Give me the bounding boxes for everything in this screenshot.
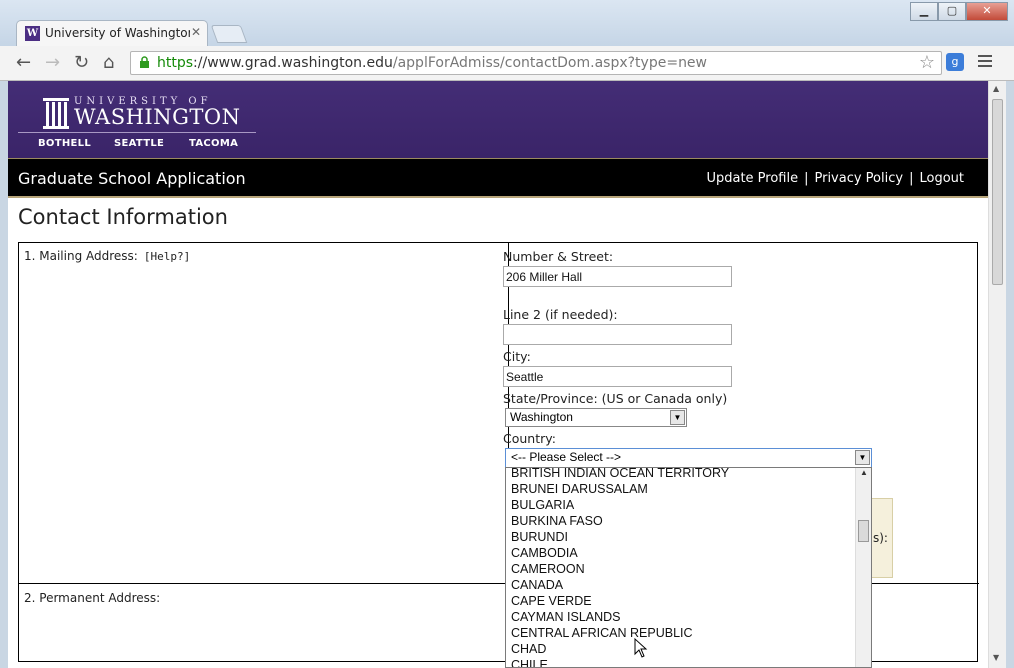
country-option[interactable]: CHILE xyxy=(506,657,856,667)
country-option[interactable]: CANADA xyxy=(506,577,856,593)
url-text: https://www.grad.washington.edu/applForA… xyxy=(157,55,707,71)
window-close-icon[interactable]: ✕ xyxy=(966,2,1008,21)
url-scheme: https xyxy=(157,55,194,71)
country-option[interactable]: CENTRAL AFRICAN REPUBLIC xyxy=(506,625,856,641)
state-selected-value: Washington xyxy=(510,410,573,424)
tab-close-icon[interactable]: ✕ xyxy=(191,25,201,39)
back-arrow-icon[interactable]: ← xyxy=(16,52,31,73)
line2-label: Line 2 (if needed): xyxy=(503,307,618,322)
reload-icon[interactable]: ↻ xyxy=(74,52,89,73)
city-label: City: xyxy=(503,349,531,364)
header-links: Update Profile | Privacy Policy | Logout xyxy=(706,171,964,186)
dropdown-scrollbar[interactable]: ▲ xyxy=(855,468,871,667)
web-page: UNIVERSITY OF WASHINGTON BOTHELL SEATTLE… xyxy=(8,81,988,668)
hidden-panel-text: s): xyxy=(873,531,888,545)
app-title: Graduate School Application xyxy=(18,169,246,188)
home-icon[interactable]: ⌂ xyxy=(103,52,114,73)
country-dropdown-list[interactable]: BRITISH INDIAN OCEAN TERRITORY BRUNEI DAR… xyxy=(505,467,872,668)
url-path: /applForAdmiss/contactDom.aspx?type=new xyxy=(392,55,707,71)
help-link[interactable]: [Help?] xyxy=(144,250,190,263)
page-title: Contact Information xyxy=(18,205,228,229)
column-logo-icon xyxy=(43,98,69,129)
mailing-address-text: 1. Mailing Address: xyxy=(24,249,138,263)
country-option[interactable]: BULGARIA xyxy=(506,497,856,513)
campus-seattle[interactable]: SEATTLE xyxy=(114,138,164,149)
minimize-icon[interactable]: ▁ xyxy=(910,2,938,21)
application-header: Graduate School Application Update Profi… xyxy=(8,158,988,198)
campus-bothell[interactable]: BOTHELL xyxy=(38,138,91,149)
country-selected-value: <-- Please Select --> xyxy=(511,450,622,464)
country-options: BRITISH INDIAN OCEAN TERRITORY BRUNEI DAR… xyxy=(506,468,856,667)
scroll-up-icon[interactable]: ▲ xyxy=(860,468,868,477)
scroll-up-icon[interactable]: ▲ xyxy=(993,84,999,93)
dropdown-scroll-thumb[interactable] xyxy=(858,520,869,542)
forward-arrow-icon[interactable]: → xyxy=(45,52,60,73)
street-input[interactable] xyxy=(503,266,732,287)
country-option[interactable]: CHAD xyxy=(506,641,856,657)
chrome-menu-icon[interactable] xyxy=(978,55,992,70)
country-select[interactable]: <-- Please Select --> ▼ xyxy=(505,448,872,468)
country-option[interactable]: CAMEROON xyxy=(506,561,856,577)
country-option[interactable]: BRUNEI DARUSSALAM xyxy=(506,481,856,497)
page-scrollbar[interactable]: ▲ ▼ xyxy=(988,81,1006,668)
tab-title: University of Washington - xyxy=(45,26,190,40)
campus-divider xyxy=(18,132,256,133)
browser-titlebar: W University of Washington - ✕ ▁ ▢ ✕ xyxy=(0,0,1014,46)
page-scroll-thumb[interactable] xyxy=(992,99,1003,285)
window-frame-edge xyxy=(1006,81,1014,668)
browser-toolbar: ← → ↻ ⌂ https://www.grad.washington.edu/… xyxy=(0,46,1014,81)
mailing-address-label: 1. Mailing Address: [Help?] xyxy=(24,249,190,263)
country-option[interactable]: BRITISH INDIAN OCEAN TERRITORY xyxy=(506,468,856,481)
country-option[interactable]: CAPE VERDE xyxy=(506,593,856,609)
window-controls: ▁ ▢ ✕ xyxy=(910,2,1008,21)
country-option[interactable]: CAMBODIA xyxy=(506,545,856,561)
country-option[interactable]: CAYMAN ISLANDS xyxy=(506,609,856,625)
uw-favicon-icon: W xyxy=(25,26,40,41)
uw-logo[interactable]: UNIVERSITY OF WASHINGTON xyxy=(42,95,242,135)
chevron-down-icon[interactable]: ▼ xyxy=(670,410,685,425)
bookmark-star-icon[interactable]: ☆ xyxy=(919,52,935,73)
country-option[interactable]: BURKINA FASO xyxy=(506,513,856,529)
line2-input[interactable] xyxy=(503,324,732,345)
state-select[interactable]: Washington ▼ xyxy=(505,408,687,427)
new-tab-button[interactable] xyxy=(210,25,248,43)
state-label: State/Province: (US or Canada only) xyxy=(503,391,728,406)
update-profile-link[interactable]: Update Profile xyxy=(706,171,798,186)
browser-tab[interactable]: W University of Washington - ✕ xyxy=(16,20,208,46)
logout-link[interactable]: Logout xyxy=(919,171,964,186)
city-input[interactable] xyxy=(503,366,732,387)
chevron-down-icon[interactable]: ▼ xyxy=(855,450,870,465)
scroll-down-icon[interactable]: ▼ xyxy=(993,653,999,662)
link-separator: | xyxy=(804,171,809,186)
street-label: Number & Street: xyxy=(503,249,614,264)
url-host: ://www.grad.washington.edu xyxy=(193,55,393,71)
address-bar[interactable]: https://www.grad.washington.edu/applForA… xyxy=(130,51,942,75)
campus-tacoma[interactable]: TACOMA xyxy=(189,138,238,149)
maximize-icon[interactable]: ▢ xyxy=(938,2,966,21)
lock-icon xyxy=(140,56,149,68)
permanent-address-label: 2. Permanent Address: xyxy=(24,591,161,605)
uw-banner: UNIVERSITY OF WASHINGTON BOTHELL SEATTLE… xyxy=(8,81,988,158)
privacy-policy-link[interactable]: Privacy Policy xyxy=(814,171,903,186)
country-label: Country: xyxy=(503,431,556,446)
extension-icon[interactable]: g xyxy=(946,53,964,71)
washington-text: WASHINGTON xyxy=(74,105,241,129)
mouse-cursor-icon xyxy=(634,638,648,658)
link-separator: | xyxy=(909,171,914,186)
country-option[interactable]: BURUNDI xyxy=(506,529,856,545)
